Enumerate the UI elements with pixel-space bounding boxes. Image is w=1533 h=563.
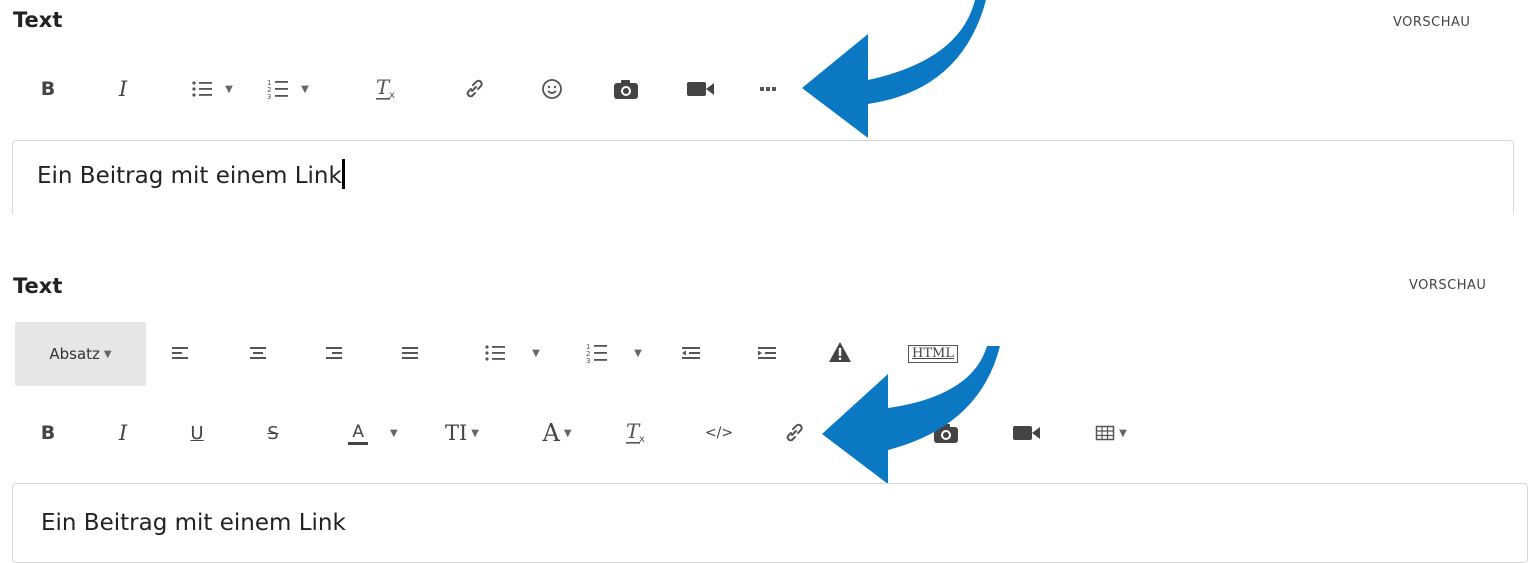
chevron-down-icon: ▼ xyxy=(103,348,112,360)
video-camera-icon xyxy=(687,82,714,96)
numbered-list-button[interactable]: 1 2 3 ▼ xyxy=(578,340,650,366)
font-family-button[interactable]: A ▼ xyxy=(528,418,586,448)
numbered-list-icon: 1 2 3 xyxy=(586,343,608,364)
bold-icon: B xyxy=(40,78,56,100)
italic-icon: I xyxy=(118,421,128,445)
link-icon xyxy=(466,79,483,98)
align-left-button[interactable] xyxy=(168,340,192,366)
bold-button[interactable]: B xyxy=(37,74,59,104)
annotation-arrow-icon xyxy=(802,0,986,138)
editor2-preview-tab[interactable]: VORSCHAU xyxy=(1409,278,1486,293)
editor2-content[interactable]: Ein Beitrag mit einem Link xyxy=(12,483,1528,563)
emoji-button[interactable] xyxy=(537,74,567,104)
video-button[interactable] xyxy=(1010,418,1044,448)
chevron-down-icon: ▼ xyxy=(471,427,479,439)
svg-text:3: 3 xyxy=(586,357,590,364)
italic-icon: I xyxy=(118,77,128,101)
table-icon xyxy=(1095,425,1115,441)
font-size-icon: TI xyxy=(444,421,468,445)
clear-format-icon: T x xyxy=(376,76,395,101)
chevron-down-icon: ▼ xyxy=(301,83,309,95)
code-button[interactable]: </> xyxy=(702,418,736,448)
indent-icon xyxy=(758,347,776,359)
bold-icon: B xyxy=(40,422,56,444)
chevron-down-icon: ▼ xyxy=(532,347,540,359)
svg-text:3: 3 xyxy=(267,93,271,100)
chevron-down-icon: ▼ xyxy=(563,427,572,439)
italic-button[interactable]: I xyxy=(112,418,134,448)
underline-button[interactable]: U xyxy=(186,418,208,448)
link-icon xyxy=(786,423,803,442)
strikethrough-icon: S xyxy=(267,422,279,444)
more-icon xyxy=(760,87,776,91)
font-size-button[interactable]: TI ▼ xyxy=(432,418,492,448)
text-cursor xyxy=(341,159,345,189)
bullet-list-icon xyxy=(485,345,506,361)
chevron-down-icon: ▼ xyxy=(1119,427,1127,439)
clear-format-button[interactable]: T x xyxy=(372,74,406,104)
bold-button[interactable]: B xyxy=(37,418,59,448)
link-button[interactable] xyxy=(460,74,488,104)
code-icon: </> xyxy=(704,425,734,441)
paragraph-format-value: Absatz xyxy=(49,345,100,363)
video-button[interactable] xyxy=(684,74,718,104)
outdent-button[interactable] xyxy=(678,340,704,366)
editor1-text: Ein Beitrag mit einem Link xyxy=(37,163,342,189)
editor2-text: Ein Beitrag mit einem Link xyxy=(41,510,346,536)
outdent-icon xyxy=(682,347,700,359)
bullet-list-icon xyxy=(192,81,213,97)
table-button[interactable]: ▼ xyxy=(1082,418,1140,448)
align-right-button[interactable] xyxy=(322,340,346,366)
align-justify-button[interactable] xyxy=(398,340,422,366)
more-button[interactable] xyxy=(754,74,782,104)
numbered-list-icon: 1 2 3 xyxy=(267,79,289,100)
numbered-list-button[interactable]: 1 2 3 ▼ xyxy=(262,74,314,104)
chevron-down-icon: ▼ xyxy=(225,83,233,95)
clear-format-button[interactable]: T x xyxy=(622,418,656,448)
font-family-icon: A xyxy=(542,419,560,447)
link-button[interactable] xyxy=(780,418,808,448)
align-left-icon xyxy=(172,347,188,359)
align-center-button[interactable] xyxy=(246,340,270,366)
chevron-down-icon: ▼ xyxy=(634,347,642,359)
underline-icon: U xyxy=(190,422,204,444)
editor1-preview-tab[interactable]: VORSCHAU xyxy=(1393,15,1470,30)
camera-icon xyxy=(614,80,638,99)
image-button[interactable] xyxy=(610,74,642,104)
font-color-icon: A xyxy=(348,422,368,445)
smiley-icon xyxy=(542,79,562,99)
bullet-list-button[interactable]: ▼ xyxy=(476,340,548,366)
strikethrough-button[interactable]: S xyxy=(262,418,284,448)
video-camera-icon xyxy=(1013,426,1040,440)
editor1-clip xyxy=(0,214,1533,250)
editor2-label: Text xyxy=(13,274,63,298)
indent-button[interactable] xyxy=(754,340,780,366)
align-justify-icon xyxy=(402,347,418,359)
font-color-button[interactable]: A ▼ xyxy=(334,418,412,448)
italic-button[interactable]: I xyxy=(112,74,134,104)
align-right-icon xyxy=(326,347,342,359)
annotation-arrow-icon xyxy=(822,346,1000,484)
editor1-label: Text xyxy=(13,8,63,32)
clear-format-icon: T x xyxy=(626,420,645,445)
bullet-list-button[interactable]: ▼ xyxy=(186,74,238,104)
align-center-icon xyxy=(250,347,266,359)
chevron-down-icon: ▼ xyxy=(389,427,398,439)
paragraph-format-select[interactable]: Absatz ▼ xyxy=(15,322,146,386)
